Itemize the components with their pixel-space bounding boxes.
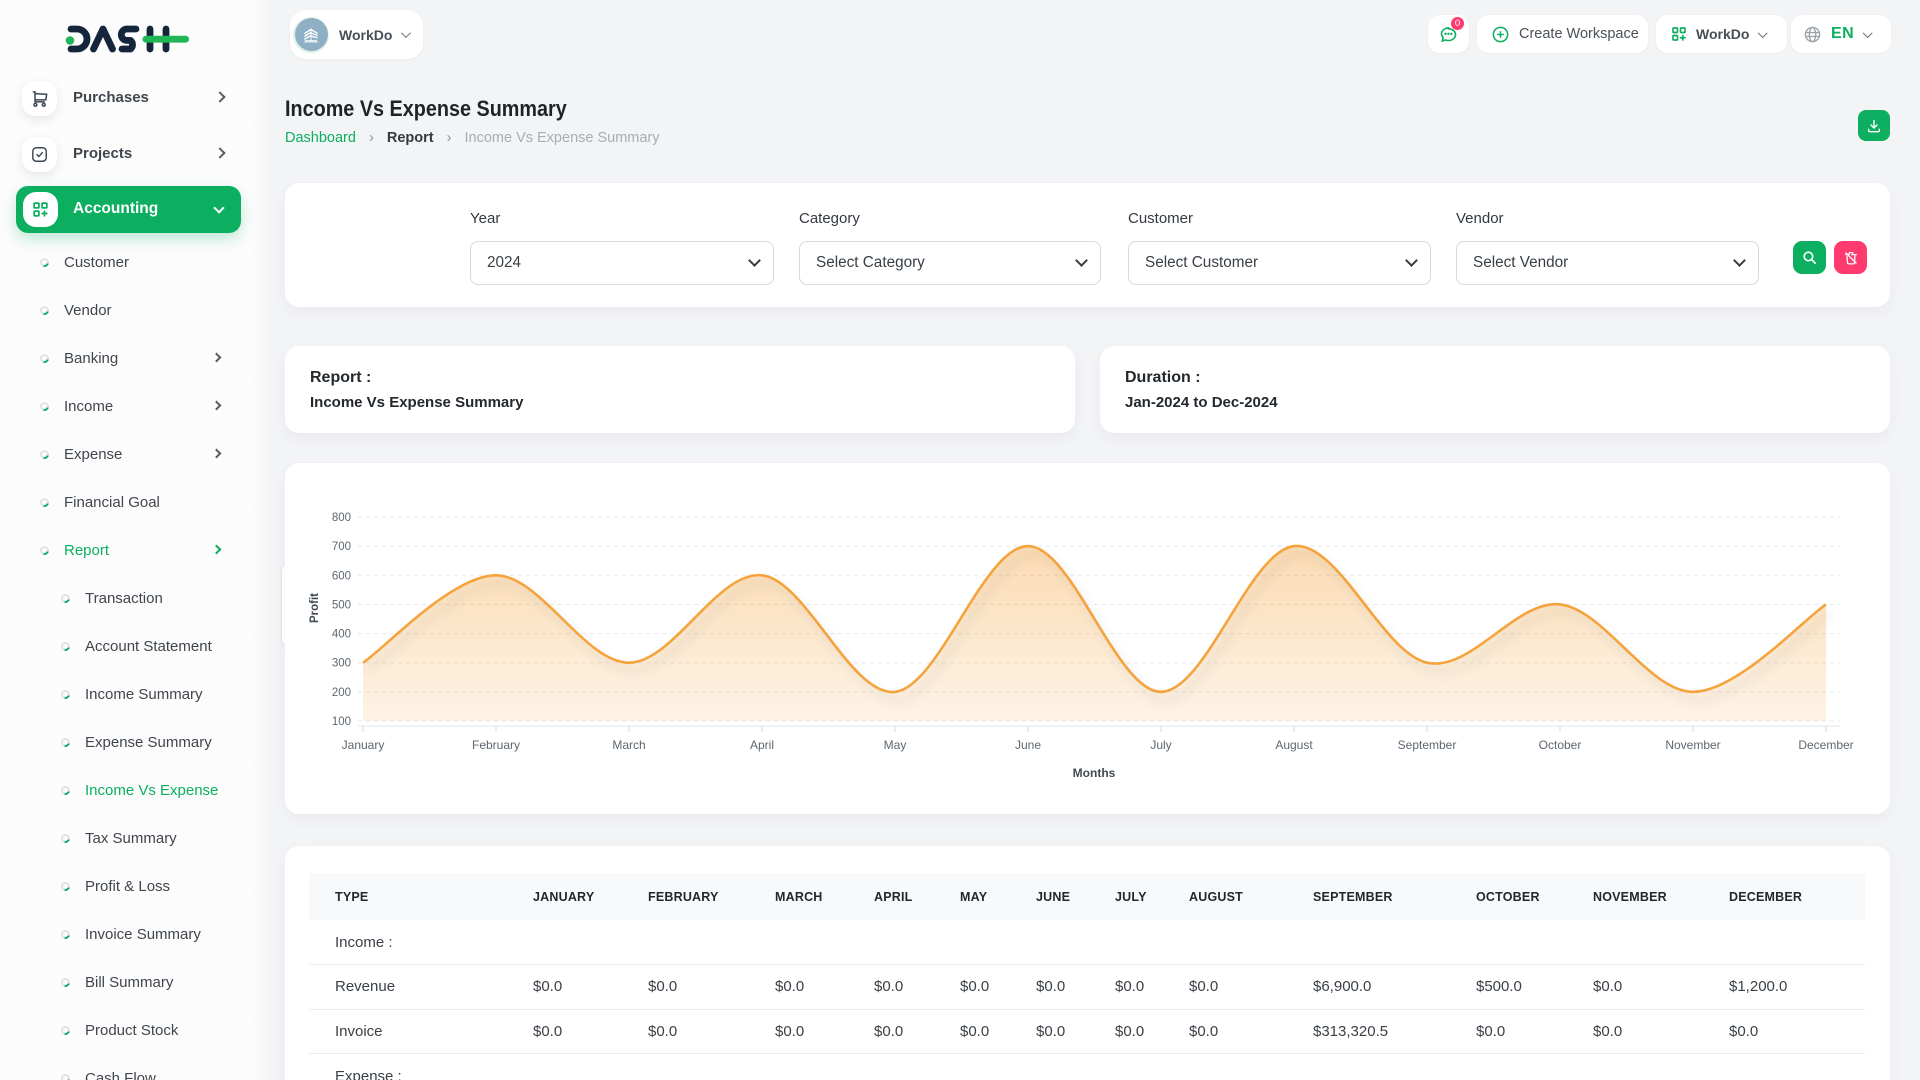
- svg-text:May: May: [884, 738, 907, 752]
- svg-text:December: December: [1798, 738, 1853, 752]
- svg-text:300: 300: [332, 658, 351, 670]
- svg-text:700: 700: [332, 541, 351, 553]
- svg-text:Months: Months: [1073, 766, 1116, 780]
- svg-text:October: October: [1539, 738, 1582, 752]
- svg-text:500: 500: [332, 599, 351, 611]
- svg-text:800: 800: [332, 512, 351, 524]
- svg-text:200: 200: [332, 687, 351, 699]
- svg-text:100: 100: [332, 716, 351, 728]
- svg-text:April: April: [750, 738, 774, 752]
- svg-text:June: June: [1015, 738, 1041, 752]
- svg-text:January: January: [342, 738, 385, 752]
- svg-text:February: February: [472, 738, 520, 752]
- svg-text:March: March: [612, 738, 645, 752]
- svg-text:600: 600: [332, 570, 351, 582]
- svg-text:August: August: [1275, 738, 1313, 752]
- svg-text:September: September: [1398, 738, 1457, 752]
- svg-text:400: 400: [332, 629, 351, 641]
- svg-text:July: July: [1150, 738, 1171, 752]
- svg-text:November: November: [1665, 738, 1720, 752]
- svg-text:Profit: Profit: [309, 593, 321, 623]
